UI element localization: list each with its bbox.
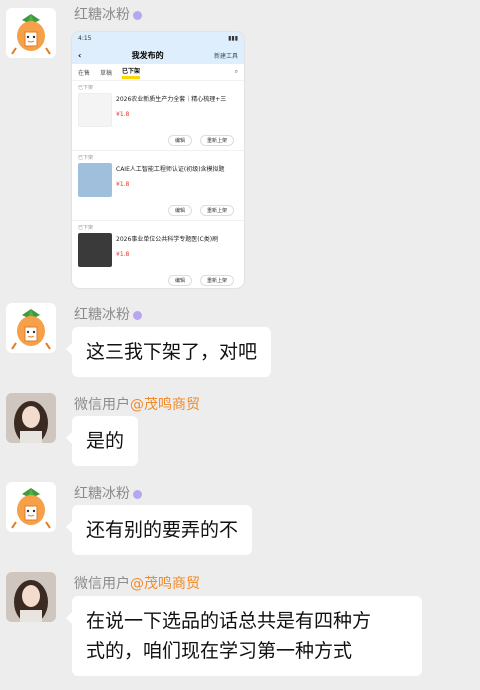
item-thumbnail [78, 93, 112, 127]
sender-name: 红糖冰粉 [74, 4, 142, 24]
message-2: 红糖冰粉 这三我下架了，对吧 [0, 300, 480, 382]
back-icon: ‹ [78, 50, 82, 60]
message-1: 红糖冰粉 4:15 ▮▮▮ ‹ 我发布的 新建工具 在售 草稿 已下架 ⌕ 已下… [0, 0, 480, 300]
list-item: 已下架 2026农业新质生产力全套｜精心梳理+三 ¥1.8 编辑 重新上架 [72, 80, 244, 150]
item-thumbnail [78, 233, 112, 267]
status-bar: 4:15 ▮▮▮ [72, 32, 244, 46]
search-icon: ⌕ [234, 68, 238, 75]
list-item: 已下架 CAIE人工智能工程师认证(初级)含模拟题 ¥1.8 编辑 重新上架 [72, 150, 244, 220]
avatar[interactable] [6, 303, 56, 353]
sender-name: 红糖冰粉 [74, 483, 142, 503]
message-bubble[interactable]: 这三我下架了，对吧 [65, 327, 272, 377]
message-3: 微信用户@茂鸣商贸 是的 [0, 390, 480, 470]
sender-name: 微信用户@茂鸣商贸 [74, 576, 200, 592]
message-bubble[interactable]: 还有别的要弄的不 [65, 505, 253, 555]
item-thumbnail [78, 163, 112, 197]
user-badge-icon [133, 310, 142, 320]
message-bubble[interactable]: 是的 [65, 416, 139, 466]
avatar[interactable] [6, 572, 56, 622]
shared-screenshot[interactable]: 4:15 ▮▮▮ ‹ 我发布的 新建工具 在售 草稿 已下架 ⌕ 已下架 202… [72, 32, 244, 288]
message-bubble[interactable]: 在说一下选品的话总共是有四种方 式的，咱们现在学习第一种方式 [66, 596, 422, 676]
user-badge-icon [133, 10, 142, 20]
screenshot-header: ‹ 我发布的 新建工具 [72, 46, 244, 64]
list-item: 已下架 2026事业单位公共科学专题医(C类)刷 ¥1.8 编辑 重新上架 [72, 220, 244, 288]
user-badge-icon [133, 489, 142, 499]
sender-name: 红糖冰粉 [74, 304, 142, 324]
signal-icon: ▮▮▮ [228, 35, 238, 42]
screenshot-tabs: 在售 草稿 已下架 ⌕ [78, 67, 238, 79]
sender-name: 微信用户@茂鸣商贸 [74, 397, 200, 413]
message-4: 红糖冰粉 还有别的要弄的不 [0, 480, 480, 560]
avatar[interactable] [6, 393, 56, 443]
avatar[interactable] [6, 482, 56, 532]
message-5: 微信用户@茂鸣商贸 在说一下选品的话总共是有四种方 式的，咱们现在学习第一种方式 [0, 570, 480, 680]
avatar[interactable] [6, 8, 56, 58]
